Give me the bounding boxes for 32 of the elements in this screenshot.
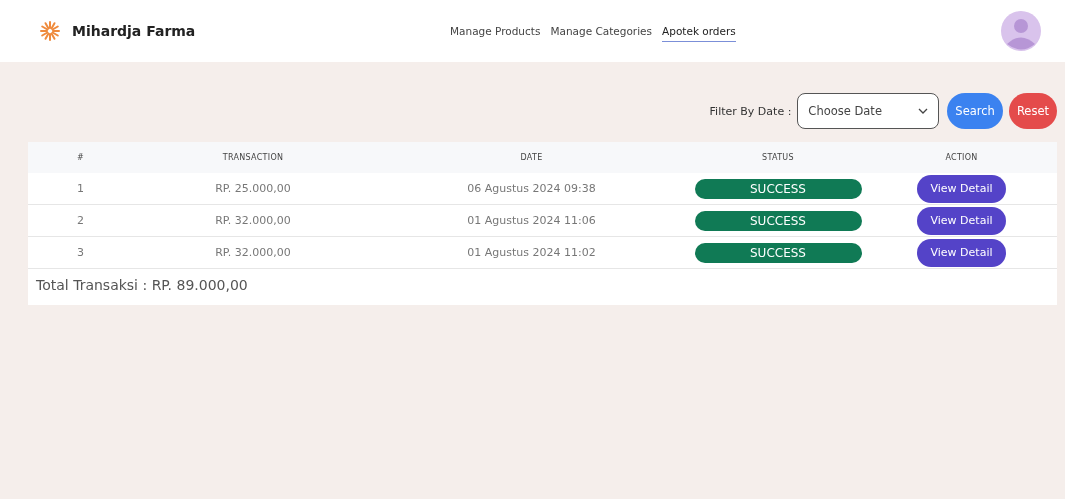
column-header: # [77,153,84,162]
column-header: TRANSACTION [222,153,284,162]
view-detail-button[interactable]: View Detail [917,174,1006,203]
reset-button[interactable]: Reset [1008,93,1057,129]
table-cell: RP. 25.000,00 [215,182,291,195]
column-header: ACTION [945,153,978,162]
avatar-icon[interactable] [1001,11,1041,51]
view-detail-button[interactable]: View Detail [917,238,1006,267]
table-cell: 01 Agustus 2024 11:06 [467,214,596,227]
view-detail-button[interactable]: View Detail [917,206,1006,235]
search-button[interactable]: Search [947,93,1003,129]
status-badge: SUCCESS [694,242,862,263]
nav-link[interactable]: Manage Categories [550,20,653,42]
nav-link[interactable]: Apotek orders [662,20,736,42]
status-badge: SUCCESS [694,178,862,199]
logo-icon [40,21,60,41]
chevron-down-icon [918,108,929,114]
table-cell: 01 Agustus 2024 11:02 [467,246,596,259]
total-text: Total Transaksi : RP. 89.000,00 [35,276,249,295]
status-badge: SUCCESS [694,210,862,231]
brand-name: Mihardja Farma [72,23,196,39]
table-cell: 1 [77,182,84,195]
nav-link[interactable]: Manage Products [450,20,541,42]
date-select[interactable]: Choose Date [797,93,940,129]
table-cell: 3 [77,246,84,259]
table-cell: 06 Agustus 2024 09:38 [467,182,596,195]
column-header: DATE [520,153,543,162]
column-header: STATUS [762,153,794,162]
table-cell: 2 [77,214,84,227]
table-cell: RP. 32.000,00 [215,214,291,227]
filter-label: Filter By Date : [709,104,792,118]
table-cell: RP. 32.000,00 [215,246,291,259]
